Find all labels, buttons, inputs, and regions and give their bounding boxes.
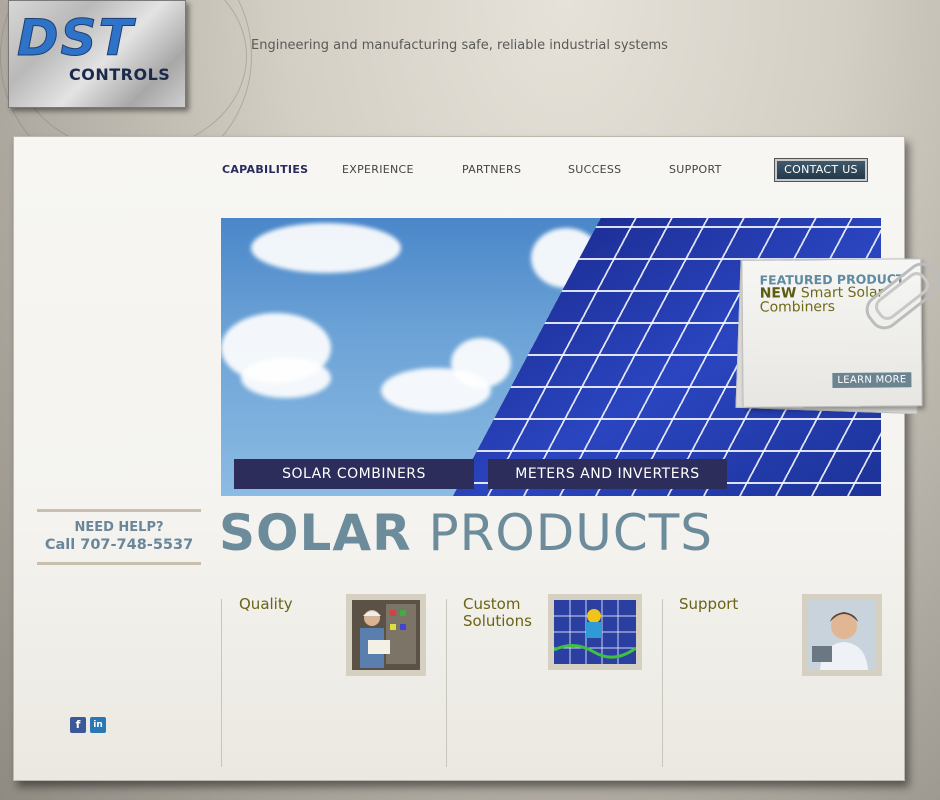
nav-experience[interactable]: EXPERIENCE — [342, 163, 414, 176]
nav-partners[interactable]: PARTNERS — [462, 163, 521, 176]
site-tagline: Engineering and manufacturing safe, reli… — [251, 38, 668, 53]
nav-support[interactable]: SUPPORT — [669, 163, 722, 176]
facebook-icon[interactable]: f — [70, 717, 86, 733]
feature-custom-solutions-label[interactable]: Custom Solutions — [463, 596, 532, 629]
feature-support-label[interactable]: Support — [679, 596, 738, 613]
nav-capabilities[interactable]: CAPABILITIES — [222, 163, 308, 176]
nav-success[interactable]: SUCCESS — [568, 163, 621, 176]
feature-quality-label[interactable]: Quality — [239, 596, 293, 613]
page-title: SOLAR PRODUCTS — [219, 508, 713, 558]
column-divider — [662, 599, 663, 767]
main-panel: CAPABILITIES EXPERIENCE PARTNERS SUCCESS… — [13, 136, 905, 781]
logo-main-text: DST — [17, 9, 135, 67]
meters-inverters-button[interactable]: METERS AND INVERTERS — [488, 459, 727, 489]
feature-quality-thumb[interactable] — [346, 594, 426, 676]
cloud — [241, 358, 331, 398]
site-logo[interactable]: DST CONTROLS — [8, 0, 186, 108]
need-help-box: NEED HELP? Call 707-748-5537 — [37, 509, 201, 565]
cloud — [451, 338, 511, 388]
column-divider — [221, 599, 222, 767]
logo-sub-text: CONTROLS — [69, 65, 171, 84]
contact-us-button[interactable]: CONTACT US — [775, 159, 867, 181]
learn-more-button[interactable]: LEARN MORE — [832, 372, 912, 388]
page-title-bold: SOLAR — [219, 504, 412, 562]
feature-support-thumb[interactable] — [802, 594, 882, 676]
cloud — [251, 223, 401, 273]
worker-photo-icon — [352, 600, 420, 670]
support-agent-photo-icon — [808, 600, 876, 670]
solar-installer-photo-icon — [553, 600, 637, 664]
linkedin-icon[interactable]: in — [90, 717, 106, 733]
need-help-title: NEED HELP? — [74, 520, 164, 535]
page-title-light: PRODUCTS — [428, 504, 714, 562]
solar-combiners-button[interactable]: SOLAR COMBINERS — [234, 459, 474, 489]
help-phone[interactable]: Call 707-748-5537 — [37, 537, 201, 553]
feature-custom-solutions-thumb[interactable] — [548, 594, 642, 670]
custom-solutions-text: Custom Solutions — [463, 595, 532, 630]
column-divider — [446, 599, 447, 767]
featured-line-2: Combiners — [759, 298, 836, 316]
